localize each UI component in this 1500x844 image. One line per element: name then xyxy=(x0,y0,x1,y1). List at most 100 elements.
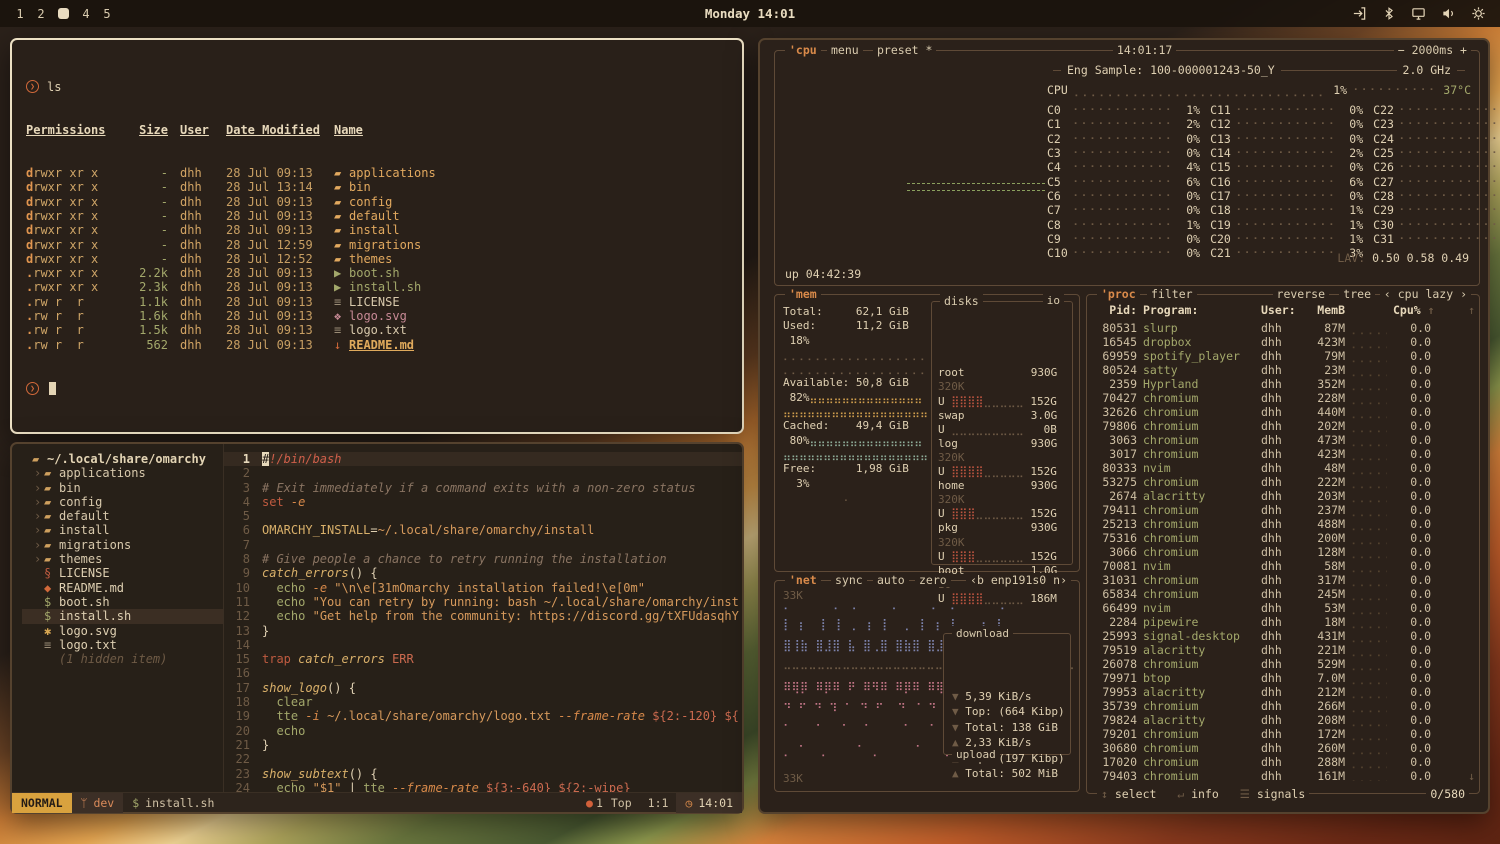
code-line[interactable]: 6 OMARCHY_INSTALL=~/.local/share/omarchy… xyxy=(224,523,742,537)
tree-item[interactable]: ◆README.md xyxy=(22,581,223,595)
code-line[interactable]: 18 clear xyxy=(224,695,742,709)
code-line[interactable]: 16 xyxy=(224,666,742,680)
process-row[interactable]: 79411 chromium dhh 237M ⡀⡀⡀⡀⡀ 0.0 xyxy=(1095,503,1471,517)
tree-item[interactable]: ›▰config xyxy=(22,495,223,509)
tree-item[interactable]: (1 hidden item) xyxy=(22,652,223,666)
disks-title[interactable]: disks xyxy=(940,294,983,308)
process-row[interactable]: 3066 chromium dhh 128M ⡀⡀⡀⡀⡀ 0.0 xyxy=(1095,545,1471,559)
process-row[interactable]: 79824 alacritty dhh 208M ⡀⡀⡀⡀⡀ 0.0 xyxy=(1095,713,1471,727)
btop-window[interactable]: 'cpu menu preset * 14:01:17 − 2000ms + E… xyxy=(758,38,1490,814)
process-row[interactable]: 2674 alacritty dhh 203M ⡀⡀⡀⡀⡀ 0.0 xyxy=(1095,489,1471,503)
process-row[interactable]: 70427 chromium dhh 228M ⡀⡀⡀⡀⡀ 0.0 xyxy=(1095,391,1471,405)
volume-icon[interactable] xyxy=(1441,6,1456,21)
process-row[interactable]: 70081 nvim dhh 58M ⡀⡀⡀⡀⡀ 0.0 xyxy=(1095,559,1471,573)
editor-window[interactable]: ▰~/.local/share/omarchy ›▰applications ›… xyxy=(10,442,744,814)
code-line[interactable]: 19 tte -i ~/.local/share/omarchy/logo.tx… xyxy=(224,709,742,723)
io-tab[interactable]: io xyxy=(1043,294,1064,308)
net-interface[interactable]: ‹b enp191s0 n› xyxy=(966,573,1071,587)
sort-selector[interactable]: ‹ cpu lazy › xyxy=(1380,287,1471,301)
process-row[interactable]: 79519 alacritty dhh 221M ⡀⡀⡀⡀⡀ 0.0 xyxy=(1095,643,1471,657)
code-line[interactable]: 20 echo xyxy=(224,724,742,738)
tree-item[interactable]: ▰~/.local/share/omarchy xyxy=(22,452,223,466)
scroll-down-icon[interactable]: ↓ xyxy=(1468,769,1475,783)
tree-item[interactable]: ›▰bin xyxy=(22,481,223,495)
process-row[interactable]: 31031 chromium dhh 317M ⡀⡀⡀⡀⡀ 0.0 xyxy=(1095,573,1471,587)
workspace-indicator[interactable]: 4 xyxy=(82,7,90,21)
process-row[interactable]: 79806 chromium dhh 202M ⡀⡀⡀⡀⡀ 0.0 xyxy=(1095,419,1471,433)
code-line[interactable]: 11 echo "You can retry by running: bash … xyxy=(224,595,742,609)
cpu-panel-title[interactable]: 'cpu xyxy=(785,43,821,57)
mem-panel-title[interactable]: 'mem xyxy=(785,287,821,301)
terminal-input-line[interactable]: ❯ xyxy=(26,381,728,397)
bluetooth-icon[interactable] xyxy=(1382,6,1396,21)
tree-item[interactable]: ›▰applications xyxy=(22,466,223,480)
workspace-indicator[interactable]: 2 xyxy=(37,7,45,21)
update-interval[interactable]: − 2000ms + xyxy=(1394,43,1471,57)
preset-button[interactable]: preset * xyxy=(873,43,936,57)
workspace-indicator[interactable]: 1 xyxy=(16,7,24,21)
code-line[interactable]: 10 echo -e "\n\e[31mOmarchy installation… xyxy=(224,581,742,595)
net-tab-sync[interactable]: sync xyxy=(831,573,867,587)
filter-button[interactable]: filter xyxy=(1147,287,1197,301)
tree-item[interactable]: ›▰default xyxy=(22,509,223,523)
code-line[interactable]: 14 xyxy=(224,638,742,652)
code-line[interactable]: 21 } xyxy=(224,738,742,752)
process-row[interactable]: 79403 chromium dhh 161M ⡀⡀⡀⡀⡀ 0.0 xyxy=(1095,769,1471,781)
code-line[interactable]: 7 xyxy=(224,538,742,552)
process-row[interactable]: 53275 chromium dhh 222M ⡀⡀⡀⡀⡀ 0.0 xyxy=(1095,475,1471,489)
code-line[interactable]: 12 echo "Get help from the community: ht… xyxy=(224,609,742,623)
process-row[interactable]: 3017 chromium dhh 423M ⡀⡀⡀⡀⡀ 0.0 xyxy=(1095,447,1471,461)
net-tab-zero[interactable]: zero xyxy=(915,573,951,587)
process-row[interactable]: 26078 chromium dhh 529M ⡀⡀⡀⡀⡀ 0.0 xyxy=(1095,657,1471,671)
code-line[interactable]: 4 set -e xyxy=(224,495,742,509)
workspace-indicator[interactable]: 5 xyxy=(103,7,111,21)
process-row[interactable]: 80531 slurp dhh 87M ⡀⡀⡀⡀⡀ 0.0 xyxy=(1095,321,1471,335)
tree-item[interactable]: ›▰install xyxy=(22,523,223,537)
signals-button[interactable]: signals xyxy=(1257,787,1305,801)
process-row[interactable]: 35739 chromium dhh 266M ⡀⡀⡀⡀⡀ 0.0 xyxy=(1095,699,1471,713)
logout-icon[interactable] xyxy=(1352,6,1367,21)
tree-item[interactable]: ›▰migrations xyxy=(22,538,223,552)
process-row[interactable]: 66499 nvim dhh 53M ⡀⡀⡀⡀⡀ 0.0 xyxy=(1095,601,1471,615)
tree-item[interactable]: ✱logo.svg xyxy=(22,624,223,638)
process-row[interactable]: 79201 chromium dhh 172M ⡀⡀⡀⡀⡀ 0.0 xyxy=(1095,727,1471,741)
process-row[interactable]: 16545 dropbox dhh 423M ⡀⡀⡀⡀⡀ 0.0 xyxy=(1095,335,1471,349)
code-line[interactable]: 9 catch_errors() { xyxy=(224,566,742,580)
menu-button[interactable]: menu xyxy=(827,43,863,57)
code-line[interactable]: 24 echo "$1" | tte --frame-rate ${3:-640… xyxy=(224,781,742,792)
code-line[interactable]: 3 # Exit immediately if a command exits … xyxy=(224,481,742,495)
tree-item[interactable]: §LICENSE xyxy=(22,566,223,580)
code-line[interactable]: 17 show_logo() { xyxy=(224,681,742,695)
info-button[interactable]: info xyxy=(1191,787,1219,801)
process-row[interactable]: 2284 pipewire dhh 18M ⡀⡀⡀⡀⡀ 0.0 xyxy=(1095,615,1471,629)
process-row[interactable]: 30680 chromium dhh 260M ⡀⡀⡀⡀⡀ 0.0 xyxy=(1095,741,1471,755)
code-line[interactable]: 5 xyxy=(224,509,742,523)
process-row[interactable]: 65834 chromium dhh 245M ⡀⡀⡀⡀⡀ 0.0 xyxy=(1095,587,1471,601)
workspace-indicator[interactable]: 3 xyxy=(58,8,69,19)
scroll-up-icon[interactable]: ↑ xyxy=(1468,303,1475,317)
process-row[interactable]: 69959 spotify_player dhh 79M ⡀⡀⡀⡀⡀ 0.0 xyxy=(1095,349,1471,363)
tree-item[interactable]: ›▰themes xyxy=(22,552,223,566)
process-row[interactable]: 80524 satty dhh 23M ⡀⡀⡀⡀⡀ 0.0 xyxy=(1095,363,1471,377)
net-panel-title[interactable]: 'net xyxy=(785,573,821,587)
code-line[interactable]: 22 xyxy=(224,752,742,766)
process-row[interactable]: 3063 chromium dhh 473M ⡀⡀⡀⡀⡀ 0.0 xyxy=(1095,433,1471,447)
tree-button[interactable]: tree xyxy=(1339,287,1375,301)
code-line[interactable]: 2 xyxy=(224,466,742,480)
proc-panel-title[interactable]: 'proc xyxy=(1097,287,1140,301)
terminal-window[interactable]: ❯ls Permissions Size User Date Modified … xyxy=(10,38,744,434)
code-line[interactable]: 1 #!/bin/bash xyxy=(224,452,742,466)
screenshare-icon[interactable] xyxy=(1411,6,1426,21)
process-row[interactable]: 79971 btop dhh 7.0M ⡀⡀⡀⡀⡀ 0.0 xyxy=(1095,671,1471,685)
process-row[interactable]: 2359 Hyprland dhh 352M ⡀⡀⡀⡀⡀ 0.0 xyxy=(1095,377,1471,391)
sort-column[interactable]: Cpu% ↑ xyxy=(1393,303,1431,317)
net-tab-auto[interactable]: auto xyxy=(873,573,909,587)
code-line[interactable]: 23 show_subtext() { xyxy=(224,767,742,781)
code-line[interactable]: 13 } xyxy=(224,624,742,638)
process-row[interactable]: 17020 chromium dhh 288M ⡀⡀⡀⡀⡀ 0.0 xyxy=(1095,755,1471,769)
tree-item[interactable]: $install.sh xyxy=(22,609,223,623)
process-row[interactable]: 75316 chromium dhh 200M ⡀⡀⡀⡀⡀ 0.0 xyxy=(1095,531,1471,545)
select-button[interactable]: select xyxy=(1115,787,1157,801)
process-row[interactable]: 79953 alacritty dhh 212M ⡀⡀⡀⡀⡀ 0.0 xyxy=(1095,685,1471,699)
tree-item[interactable]: ≡logo.txt xyxy=(22,638,223,652)
